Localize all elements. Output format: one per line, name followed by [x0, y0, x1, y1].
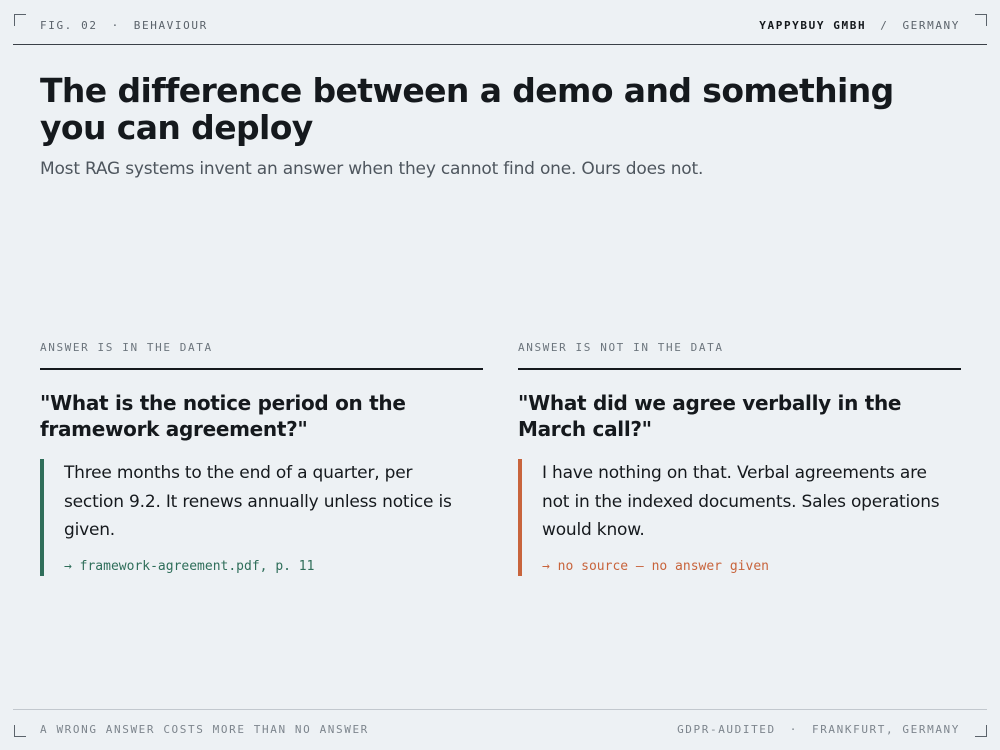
country-name: GERMANY	[902, 18, 960, 32]
answer-source: → framework-agreement.pdf, p. 11	[64, 558, 315, 574]
column-rule	[40, 368, 483, 370]
question-text: "What did we agree verbally in the March…	[518, 391, 902, 441]
footer-rule	[13, 709, 987, 710]
answer-text: Three months to the end of a quarter, pe…	[64, 463, 452, 540]
audit-label: GDPR-AUDITED	[677, 722, 776, 736]
answer-block: I have nothing on that. Verbal agreement…	[518, 459, 961, 576]
header-separator: ·	[111, 18, 120, 32]
page-title: The difference between a demo and someth…	[40, 71, 894, 147]
answer-block: Three months to the end of a quarter, pe…	[40, 459, 483, 576]
column-rule	[518, 368, 961, 370]
column-answer-in-data: ANSWER IS IN THE DATA "What is the notic…	[40, 340, 483, 576]
figure-number: FIG. 02	[40, 18, 98, 32]
header-left: FIG. 02 · BEHAVIOUR	[40, 19, 208, 32]
header-rule	[13, 44, 987, 45]
header-bar: FIG. 02 · BEHAVIOUR YAPPYBUY GMBH / GERMANY	[40, 18, 960, 32]
column-label: ANSWER IS IN THE DATA	[40, 341, 213, 354]
corner-bracket-top-right	[975, 14, 987, 26]
corner-bracket-bottom-right	[975, 725, 987, 737]
header-right: YAPPYBUY GMBH / GERMANY	[759, 19, 960, 32]
page-subtitle: Most RAG systems invent an answer when t…	[40, 159, 704, 179]
section-name: BEHAVIOUR	[133, 18, 208, 32]
company-name: YAPPYBUY GMBH	[759, 18, 867, 32]
corner-bracket-top-left	[14, 14, 26, 26]
footer-tagline: A WRONG ANSWER COSTS MORE THAN NO ANSWER	[40, 722, 369, 736]
header-slash: /	[880, 18, 889, 32]
location-label: FRANKFURT, GERMANY	[811, 722, 960, 736]
question-text: "What is the notice period on the framew…	[40, 391, 406, 441]
footer-separator: ·	[789, 722, 798, 736]
answer-source: → no source — no answer given	[542, 558, 769, 574]
corner-bracket-bottom-left	[14, 725, 26, 737]
column-answer-not-in-data: ANSWER IS NOT IN THE DATA "What did we a…	[518, 340, 961, 576]
column-label: ANSWER IS NOT IN THE DATA	[518, 341, 724, 354]
answer-text: I have nothing on that. Verbal agreement…	[542, 463, 940, 540]
footer-right: GDPR-AUDITED · FRANKFURT, GERMANY	[677, 723, 960, 736]
footer-bar: A WRONG ANSWER COSTS MORE THAN NO ANSWER…	[40, 722, 960, 736]
